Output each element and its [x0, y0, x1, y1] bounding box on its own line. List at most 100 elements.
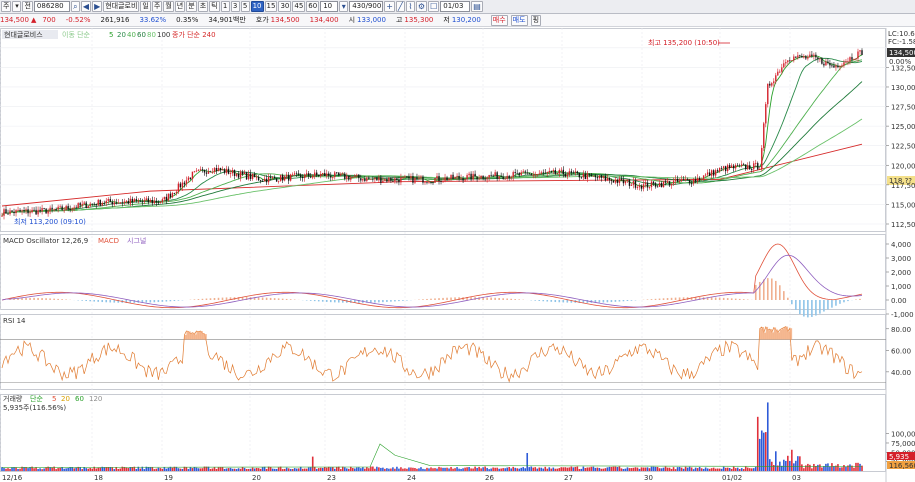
volume-bar	[704, 467, 707, 471]
market-button[interactable]: 전	[22, 1, 33, 12]
volume-bar	[129, 467, 132, 471]
period-button-1[interactable]: 주	[151, 1, 163, 12]
candle-body	[197, 170, 200, 171]
candle-body	[420, 176, 422, 178]
volume-bar	[161, 468, 164, 471]
period-button-14[interactable]: 60	[306, 1, 320, 12]
candle-body	[119, 202, 121, 204]
macd-hist-bar	[815, 300, 817, 316]
candle-body	[358, 174, 360, 179]
candle-body	[747, 165, 749, 170]
volume-bar	[241, 467, 244, 471]
candle-body	[504, 178, 506, 180]
extra-button[interactable]: 핑	[530, 14, 542, 26]
candle-body	[845, 61, 847, 63]
volume-bar	[464, 467, 466, 471]
candle-body	[783, 63, 785, 68]
macd-hist-bar	[835, 300, 837, 306]
candle-body	[392, 180, 394, 182]
period-button-8[interactable]: 3	[230, 1, 240, 12]
volume-bar	[789, 460, 791, 471]
sell-button[interactable]: 매도	[510, 14, 528, 26]
macd-hist-bar	[165, 300, 168, 302]
volume-bar	[508, 467, 510, 471]
rsi-overbought-fill	[767, 330, 771, 340]
candle-body	[468, 173, 470, 176]
period-button-10[interactable]: 10	[250, 1, 264, 12]
rsi-overbought-fill	[783, 327, 787, 340]
volume-bar	[117, 468, 120, 471]
candle-body	[684, 179, 687, 181]
volume-bar	[372, 466, 374, 471]
macd-hist-bar	[803, 300, 805, 317]
macd-hist-bar	[213, 298, 216, 300]
count-input[interactable]: 430/900	[349, 1, 384, 12]
period-button-9[interactable]: 5	[240, 1, 250, 12]
stock-code-input[interactable]: 086280	[33, 1, 70, 12]
candle-body	[47, 210, 49, 214]
next-arrow-icon[interactable]: ▶	[92, 1, 103, 12]
zoom-in-icon[interactable]: +	[384, 1, 395, 12]
volume-bar	[95, 468, 98, 471]
calendar-icon[interactable]: ▤	[471, 1, 483, 12]
period-button-3[interactable]: 년	[174, 1, 186, 12]
settings-icon[interactable]: ⚙	[415, 1, 428, 12]
ma240-polyline	[1, 143, 863, 207]
volume-bar	[548, 467, 551, 471]
stock-chart[interactable]: 현대글로비스 이동 단순 5 20 40 60 80 100 종가 단순 240…	[0, 28, 915, 482]
candle-body	[320, 173, 322, 177]
period-button-11[interactable]: 15	[264, 1, 278, 12]
macd-tick-label: -1,000	[891, 311, 914, 319]
candle-body	[741, 164, 743, 166]
candle-body	[464, 179, 466, 181]
macd-hist-bar	[674, 297, 677, 300]
volume-bar	[89, 467, 92, 471]
signal-line	[1, 254, 863, 308]
volume-bar	[59, 467, 61, 471]
period-button-5[interactable]: 초	[197, 1, 209, 12]
period-button-2[interactable]: 월	[163, 1, 174, 12]
volume-bar	[147, 467, 150, 471]
candle-body	[109, 199, 111, 202]
buy-button[interactable]: 매수	[490, 14, 508, 26]
volume-bar	[79, 467, 81, 471]
volume-bar	[209, 468, 212, 471]
chevron-down-icon[interactable]: ▾	[12, 1, 22, 12]
company-name-button[interactable]: 현대글로비	[103, 1, 140, 12]
period-button-6[interactable]: 틱	[209, 1, 220, 12]
candle-body	[352, 177, 354, 178]
period-button-12[interactable]: 30	[278, 1, 292, 12]
period-button-4[interactable]: 분	[186, 1, 197, 12]
checkbox-icon[interactable]: ☐	[428, 1, 440, 12]
period-button-0[interactable]: 일	[140, 1, 151, 12]
interval-input[interactable]: 10	[320, 1, 339, 12]
candle-body	[368, 177, 370, 179]
volume-bar	[155, 468, 158, 471]
macd-hist-bar	[518, 299, 521, 300]
period-button-7[interactable]: 1	[220, 1, 230, 12]
candle-body	[199, 169, 202, 171]
candle-body	[316, 172, 318, 175]
macd-hist-bar	[718, 297, 721, 300]
candle-body	[161, 199, 164, 203]
period-button-13[interactable]: 45	[292, 1, 306, 12]
volume-bar	[628, 468, 631, 471]
candle-body	[308, 173, 310, 177]
chevron-down-icon[interactable]: ▾	[339, 1, 349, 12]
volume-bar	[592, 466, 595, 471]
candle-body	[839, 66, 841, 68]
macd-hist-bar	[554, 300, 557, 303]
volume-bar	[740, 468, 743, 471]
candle-body	[141, 201, 144, 203]
ma-legend-60: 60	[137, 31, 146, 39]
candle-body	[809, 54, 811, 58]
chart-type-icon[interactable]: ⌇	[405, 1, 415, 12]
date-input[interactable]: 01/03	[440, 1, 471, 12]
line-tool-icon[interactable]: ╱	[395, 1, 405, 12]
candle-body	[690, 183, 693, 185]
search-icon[interactable]: ⌕	[70, 1, 80, 12]
prev-arrow-icon[interactable]: ◀	[80, 1, 92, 12]
ma240-legend: 종가 단순 240	[172, 30, 216, 39]
menu-button[interactable]: 주	[1, 1, 12, 12]
volume-bar	[532, 467, 535, 471]
